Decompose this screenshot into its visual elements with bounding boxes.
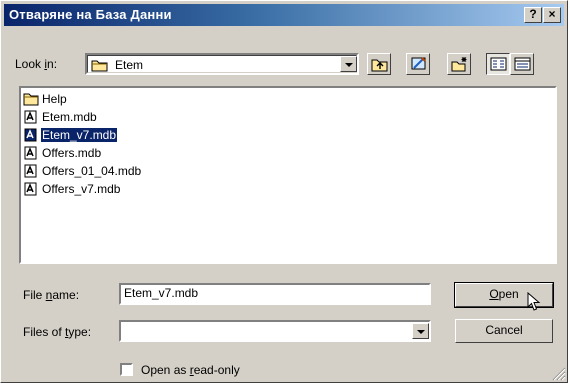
list-view-button[interactable] [486, 53, 510, 75]
folder-icon [23, 93, 39, 106]
close-button[interactable]: × [543, 7, 561, 23]
cancel-button[interactable]: Cancel [455, 319, 553, 343]
title-bar[interactable]: Отваряне на База Данни ? × [4, 4, 564, 26]
desktop-icon [411, 57, 426, 70]
help-button[interactable]: ? [524, 7, 542, 23]
access-file-icon [24, 128, 37, 142]
close-icon: × [548, 7, 556, 21]
folder-icon [91, 60, 108, 72]
access-file-icon [24, 182, 37, 196]
dialog-title: Отваряне на База Данни [9, 7, 172, 22]
read-only-label[interactable]: Open as read-only [141, 363, 240, 377]
desktop-button[interactable] [406, 53, 430, 75]
file-list[interactable]: Help Etem.mdb Etem_v7.mdb Offers.mdb Off… [19, 86, 557, 264]
look-in-dropdown-button[interactable] [340, 56, 357, 72]
look-in-value: Etem [115, 58, 144, 72]
access-file-icon [24, 110, 37, 124]
file-type-dropdown-button[interactable] [412, 323, 429, 339]
details-view-icon [514, 57, 531, 71]
read-only-checkbox[interactable] [120, 363, 133, 376]
new-folder-icon [451, 57, 467, 72]
resize-grip-icon[interactable] [552, 367, 566, 381]
details-view-button[interactable] [510, 53, 534, 75]
up-one-level-button[interactable] [367, 53, 391, 75]
access-file-icon [24, 146, 37, 160]
access-file-icon [24, 164, 37, 178]
up-one-level-icon [371, 59, 388, 72]
list-view-icon [490, 57, 507, 71]
mouse-cursor-icon [527, 292, 541, 311]
open-database-dialog: Отваряне на База Данни ? × Look in: Etem [0, 0, 568, 383]
new-folder-button[interactable] [447, 53, 471, 75]
file-type-select[interactable] [119, 320, 431, 342]
look-in-label: Look in: [15, 57, 58, 71]
file-name-field[interactable] [119, 283, 431, 305]
file-name-label: File name: [23, 288, 80, 302]
file-name-input[interactable] [124, 286, 414, 300]
look-in-combo[interactable]: Etem [85, 53, 359, 75]
file-type-label: Files of type: [23, 325, 92, 339]
